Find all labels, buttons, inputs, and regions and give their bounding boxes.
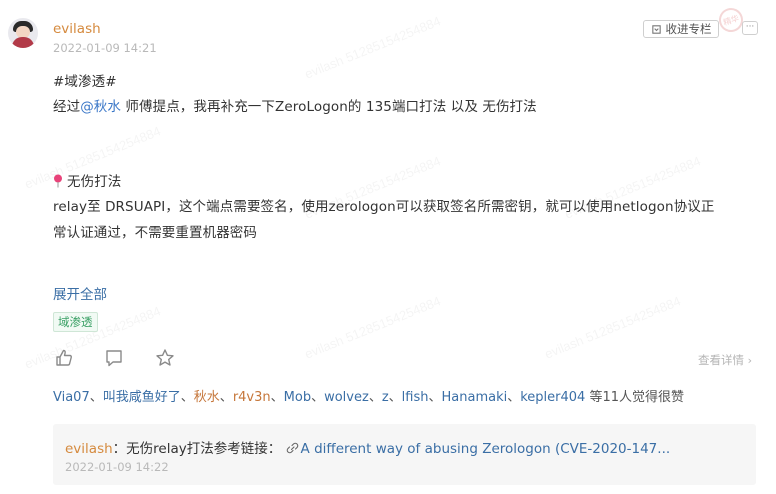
likes-summary: Via07、叫我咸鱼好了、秋水、r4v3n、Mob、wolvez、z、lfish… bbox=[53, 390, 685, 405]
collect-icon bbox=[651, 24, 661, 34]
intro-text: 师傅提点，我再补充一下ZeroLogon的 135端口打法 以及 无伤打法 bbox=[121, 99, 537, 115]
more-options-button[interactable]: ··· bbox=[742, 21, 758, 35]
like-user[interactable]: kepler404 bbox=[520, 390, 585, 405]
intro-line: 经过@秋水 师傅提点，我再补充一下ZeroLogon的 135端口打法 以及 无… bbox=[53, 95, 537, 115]
like-user[interactable]: z bbox=[382, 390, 389, 405]
post-datetime: 2022-01-09 14:21 bbox=[53, 41, 157, 55]
like-user[interactable]: lfish bbox=[402, 390, 429, 405]
watermark: evilash 51285154254884 bbox=[542, 293, 682, 361]
section-title-text: 无伤打法 bbox=[67, 174, 122, 190]
avatar[interactable] bbox=[8, 18, 38, 48]
intro-prefix: 经过 bbox=[53, 99, 81, 115]
topic-hashtag[interactable]: #域渗透# bbox=[53, 70, 117, 90]
mention-link[interactable]: @秋水 bbox=[80, 99, 121, 115]
view-details-link[interactable]: 查看详情 › bbox=[698, 352, 752, 368]
body-line-1: relay至 DRSUAPI，这个端点需要签名，使用zerologon可以获取签… bbox=[53, 199, 715, 215]
body-line-2: 常认证通过，不需要重置机器密码 bbox=[53, 225, 257, 241]
comment-box: evilash：无伤relay打法参考链接： A different way o… bbox=[53, 424, 756, 485]
section-title: 无伤打法 bbox=[53, 170, 121, 190]
pin-icon bbox=[54, 174, 62, 188]
comment-link[interactable]: A different way of abusing Zerologon (CV… bbox=[286, 441, 671, 457]
like-user[interactable]: 叫我咸鱼好了 bbox=[103, 390, 181, 405]
link-icon bbox=[286, 442, 298, 454]
comment-datetime: 2022-01-09 14:22 bbox=[65, 460, 169, 474]
collect-to-column-button[interactable]: 收进专栏 bbox=[643, 20, 719, 38]
star-icon[interactable] bbox=[155, 348, 175, 368]
topic-tag[interactable]: 域渗透 bbox=[53, 312, 98, 332]
expand-all-link[interactable]: 展开全部 bbox=[53, 283, 107, 303]
likes-count[interactable]: 等11人觉得很赞 bbox=[589, 390, 684, 405]
comment-icon[interactable] bbox=[104, 348, 124, 368]
like-user[interactable]: 秋水 bbox=[194, 390, 220, 405]
comment-author[interactable]: evilash bbox=[65, 441, 113, 457]
like-user[interactable]: Via07 bbox=[53, 390, 90, 405]
author-name[interactable]: evilash bbox=[53, 21, 101, 37]
like-user[interactable]: Mob bbox=[284, 390, 311, 405]
comment-line: evilash：无伤relay打法参考链接： A different way o… bbox=[65, 441, 671, 457]
comment-text: 无伤relay打法参考链接： bbox=[126, 441, 282, 457]
watermark: evilash 51285154254884 bbox=[302, 13, 442, 81]
watermark: evilash 51285154254884 bbox=[302, 293, 442, 361]
thumbs-up-icon[interactable] bbox=[54, 348, 74, 368]
chevron-right-icon: › bbox=[747, 354, 753, 367]
comment-link-text: A different way of abusing Zerologon (CV… bbox=[300, 441, 671, 457]
like-user[interactable]: wolvez bbox=[324, 390, 369, 405]
collect-label: 收进专栏 bbox=[665, 22, 712, 36]
view-details-label: 查看详情 bbox=[698, 353, 744, 367]
like-user[interactable]: Hanamaki bbox=[442, 390, 508, 405]
like-user[interactable]: r4v3n bbox=[233, 390, 271, 405]
